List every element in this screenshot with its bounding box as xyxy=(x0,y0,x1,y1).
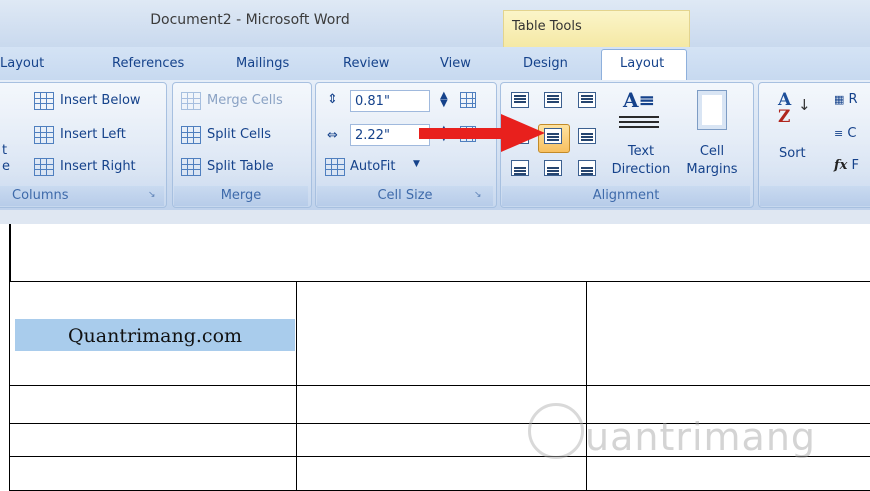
table-border xyxy=(9,281,870,282)
tab-page-layout[interactable]: Layout xyxy=(0,56,44,71)
text-direction-label-2: Direction xyxy=(611,162,671,177)
tab-design[interactable]: Design xyxy=(523,56,568,71)
split-table-label: Split Table xyxy=(207,159,274,174)
text-lines-icon xyxy=(619,116,659,118)
window-title: Document2 - Microsoft Word xyxy=(150,12,350,28)
formula-button[interactable]: fx F xyxy=(834,158,859,173)
table-cell-text[interactable]: Quantrimang.com xyxy=(15,320,295,352)
red-arrow-annotation xyxy=(419,114,545,152)
group-label-data xyxy=(760,186,870,206)
cell-margins-icon xyxy=(697,90,727,130)
split-table-icon xyxy=(181,158,201,176)
align-center-right-icon[interactable] xyxy=(578,128,596,144)
insert-left-icon xyxy=(34,126,54,144)
table-border xyxy=(9,224,10,491)
dialog-launcher-icon[interactable]: ↘ xyxy=(148,190,156,200)
align-top-right-icon[interactable] xyxy=(578,92,596,108)
convert-button[interactable]: ≡ C xyxy=(834,126,856,141)
distribute-rows-icon[interactable] xyxy=(460,92,476,108)
watermark-text: uantrimang xyxy=(585,415,817,459)
group-label-merge: Merge xyxy=(174,186,308,206)
formula-icon: fx xyxy=(834,158,848,173)
align-top-center-icon[interactable] xyxy=(544,92,562,108)
cell-margins-label-2: Margins xyxy=(686,162,738,177)
sort-arrow-icon: ↓ xyxy=(798,96,811,114)
arrow-shaft xyxy=(419,128,505,139)
group-label-cell-size: Cell Size xyxy=(317,186,493,206)
autofit-label: AutoFit xyxy=(350,159,396,174)
insert-right-icon xyxy=(34,158,54,176)
table-tools-label: Table Tools xyxy=(512,19,582,34)
formula-label: F xyxy=(851,158,859,173)
sort-icon: AZ xyxy=(778,90,792,127)
truncated-label: t xyxy=(2,143,8,158)
text-direction-button[interactable]: A≡ Text Direction xyxy=(603,88,679,184)
row-height-field[interactable]: 0.81" xyxy=(350,90,430,112)
table-border xyxy=(296,281,297,491)
insert-below-icon xyxy=(34,92,54,110)
tab-layout[interactable]: Layout xyxy=(620,56,664,71)
tab-review[interactable]: Review xyxy=(343,56,389,71)
row-height-icon: ⇕ xyxy=(327,92,338,107)
ribbon-document-separator xyxy=(0,210,870,224)
align-bottom-left-icon[interactable] xyxy=(511,160,529,176)
watermark-logo-icon xyxy=(528,403,584,459)
table-border xyxy=(586,281,587,491)
tab-view[interactable]: View xyxy=(440,56,471,71)
merge-cells-icon xyxy=(181,92,201,110)
sort-button[interactable]: AZ ↓ Sort xyxy=(770,90,820,180)
column-width-icon: ⇔ xyxy=(327,128,338,143)
group-label-columns: Columns xyxy=(0,186,164,206)
repeat-header-label: R xyxy=(848,92,858,107)
split-cells-label: Split Cells xyxy=(207,127,272,142)
text-direction-label-1: Text xyxy=(627,144,655,159)
dialog-launcher-icon[interactable]: ↘ xyxy=(474,190,482,200)
tab-references[interactable]: References xyxy=(112,56,184,71)
cell-margins-button[interactable]: Cell Margins xyxy=(681,88,747,184)
insert-left-label: Insert Left xyxy=(60,127,126,142)
repeat-header-button[interactable]: ▦ R xyxy=(834,92,858,107)
align-bottom-center-icon[interactable] xyxy=(544,160,562,176)
tab-mailings[interactable]: Mailings xyxy=(236,56,289,71)
sort-label: Sort xyxy=(779,146,806,161)
arrow-head xyxy=(501,114,545,152)
split-cells-icon xyxy=(181,126,201,144)
table-border xyxy=(9,385,870,386)
cell-margins-label-1: Cell xyxy=(699,144,725,159)
truncated-label: e xyxy=(2,159,10,174)
insert-right-label: Insert Right xyxy=(60,159,136,174)
merge-cells-label: Merge Cells xyxy=(207,93,283,108)
dropdown-arrow-icon: ▼ xyxy=(413,159,420,169)
group-label-alignment: Alignment xyxy=(502,186,750,206)
insert-below-label: Insert Below xyxy=(60,93,141,108)
autofit-icon xyxy=(325,158,345,176)
height-spinner-icon[interactable]: ▲ ▼ xyxy=(440,91,448,109)
text-direction-icon: A≡ xyxy=(623,88,656,112)
align-bottom-right-icon[interactable] xyxy=(578,160,596,176)
convert-label: C xyxy=(847,126,857,141)
align-top-left-icon[interactable] xyxy=(511,92,529,108)
document-page-top xyxy=(10,224,870,282)
